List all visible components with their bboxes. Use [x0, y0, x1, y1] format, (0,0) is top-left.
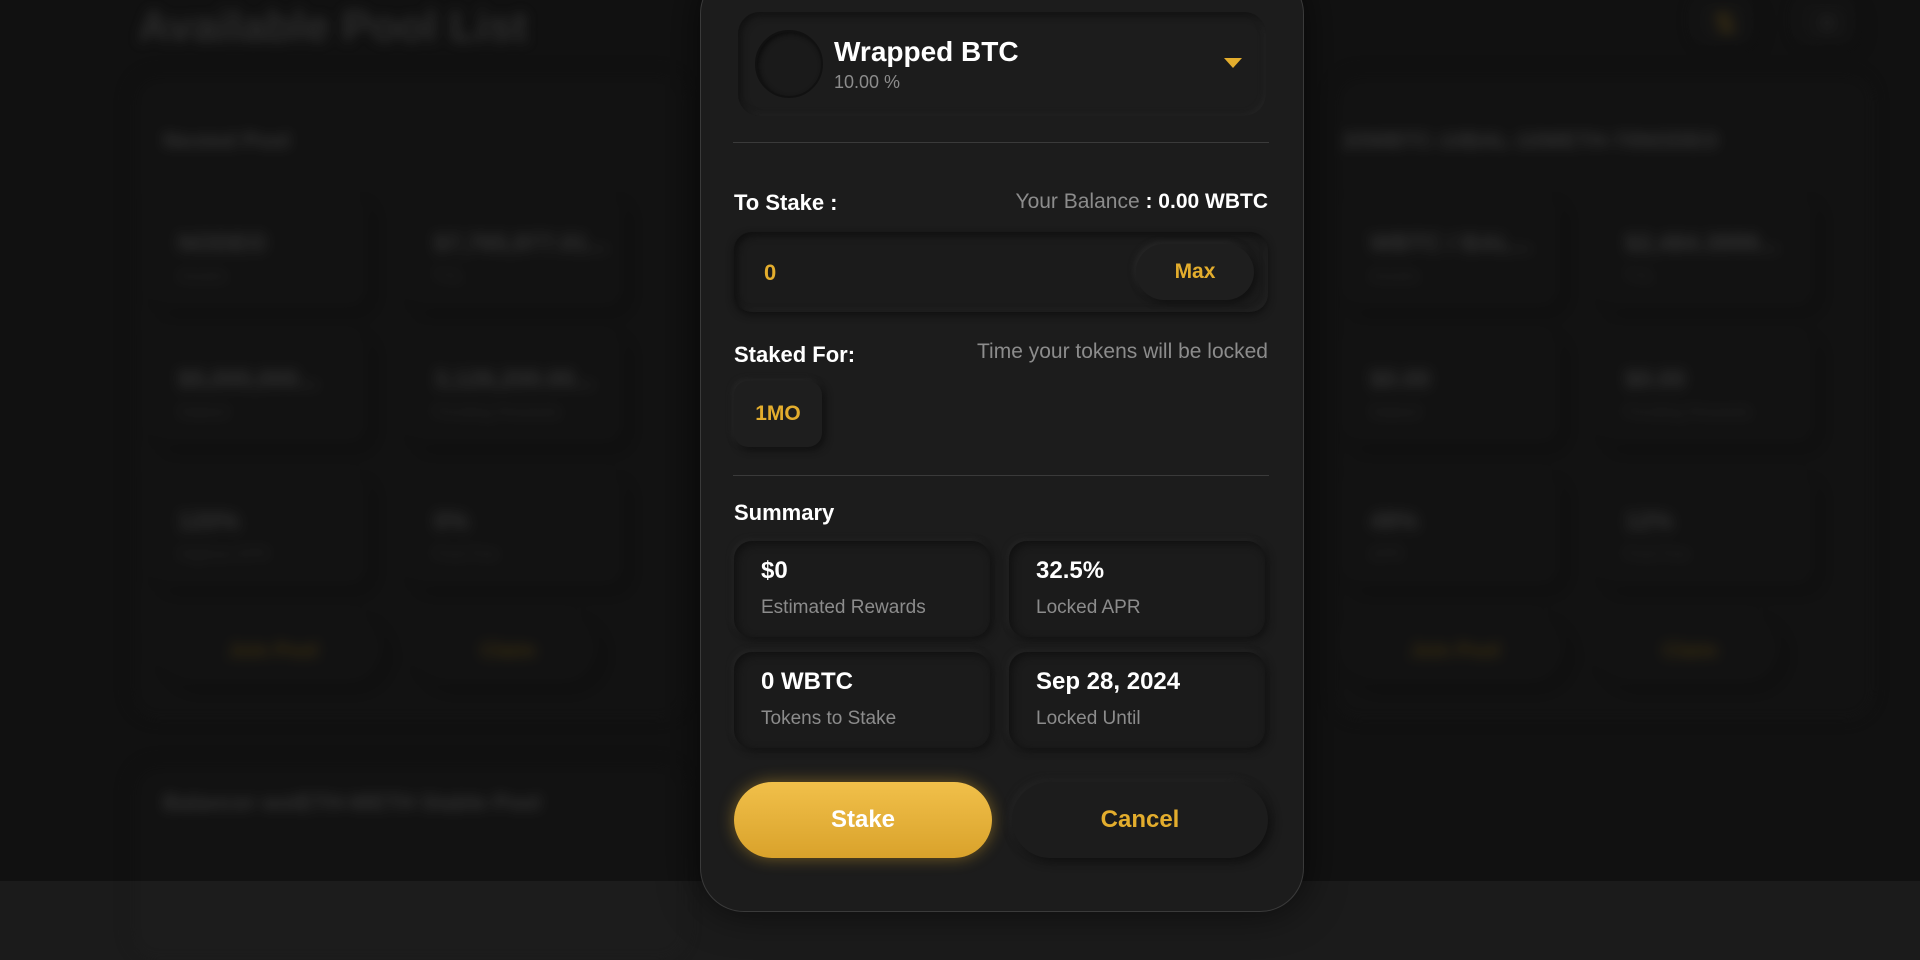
period-option-1mo[interactable]: 1MO — [734, 381, 822, 447]
token-percentage: 10.00 % — [834, 72, 901, 92]
staked-for-label: Staked For: — [734, 342, 856, 367]
token-select[interactable]: Wrapped BTC 10.00 % — [738, 12, 1266, 116]
balance-value: : 0.00 WBTC — [1145, 190, 1268, 213]
stake-modal — [700, 0, 1304, 912]
summary-value: Sep 28, 2024 — [1036, 668, 1181, 695]
balance-label: Your Balance — [1015, 190, 1140, 213]
summary-label: Locked APR — [1036, 597, 1141, 618]
token-name: Wrapped BTC — [834, 36, 1019, 67]
divider — [733, 142, 1269, 143]
stake-amount-field: Max — [734, 232, 1268, 312]
summary-card: 32.5% Locked APR — [1009, 541, 1265, 637]
lock-hint: Time your tokens will be locked — [976, 340, 1268, 363]
to-stake-label: To Stake : — [734, 190, 838, 215]
cancel-button[interactable]: Cancel — [1012, 782, 1268, 858]
max-button[interactable]: Max — [1136, 244, 1254, 300]
stake-button[interactable]: Stake — [734, 782, 992, 858]
stake-amount-input[interactable] — [762, 252, 1066, 294]
balance-display: Your Balance : 0.00 WBTC — [1015, 190, 1268, 214]
chevron-down-icon[interactable] — [1224, 58, 1242, 68]
summary-value: 0 WBTC — [761, 668, 853, 695]
summary-label: Tokens to Stake — [761, 708, 897, 729]
summary-value: $0 — [761, 557, 788, 584]
token-avatar — [755, 30, 823, 98]
summary-card: 0 WBTC Tokens to Stake — [734, 652, 990, 748]
summary-label: Summary — [734, 500, 835, 525]
summary-label: Estimated Rewards — [761, 597, 926, 618]
summary-value: 32.5% — [1036, 557, 1105, 584]
summary-label: Locked Until — [1036, 708, 1141, 729]
summary-card: $0 Estimated Rewards — [734, 541, 990, 637]
summary-card: Sep 28, 2024 Locked Until — [1009, 652, 1265, 748]
divider — [733, 475, 1269, 476]
